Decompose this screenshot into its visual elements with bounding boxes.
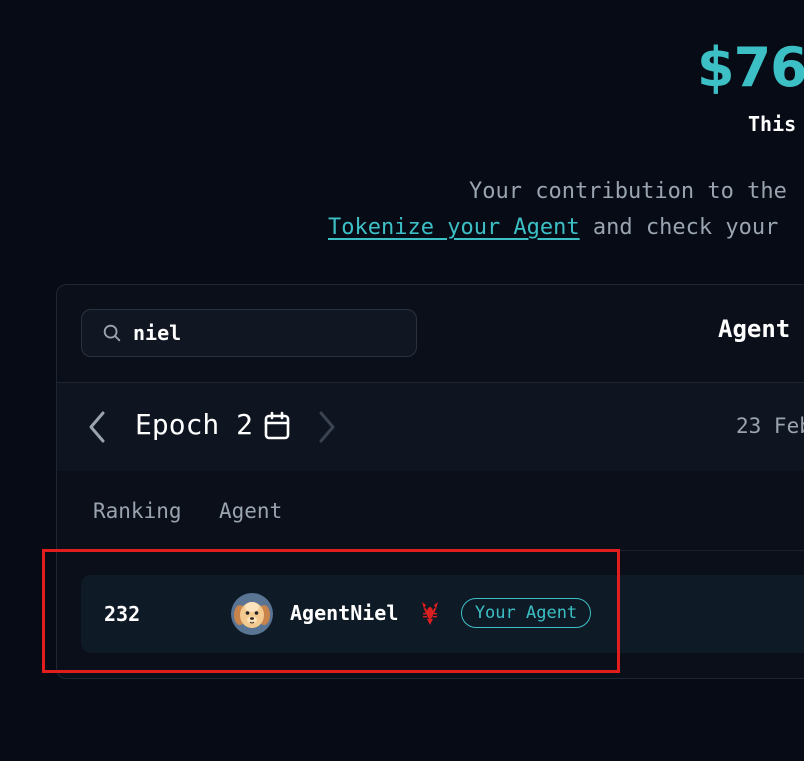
column-header-ranking: Ranking xyxy=(93,499,182,523)
epoch-label: Epoch 2 xyxy=(135,408,254,441)
search-value[interactable]: niel xyxy=(133,321,181,345)
contribution-text: Your contribution to the xyxy=(469,179,787,204)
amount-caption: This xyxy=(748,112,797,136)
epoch-date: 23 Feb xyxy=(736,414,804,438)
tokenize-line: Tokenize your Agent and check your xyxy=(328,215,778,240)
agent-heading: Agent xyxy=(718,315,791,343)
tokenize-line-rest: and check your xyxy=(579,215,779,240)
column-header-agent: Agent xyxy=(219,499,283,523)
search-icon xyxy=(103,324,121,342)
calendar-icon[interactable] xyxy=(263,411,291,441)
search-input[interactable]: niel xyxy=(81,309,417,357)
highlight-box xyxy=(42,549,620,673)
chevron-left-icon[interactable] xyxy=(85,409,109,445)
chevron-right-icon[interactable] xyxy=(315,409,339,445)
epoch-selector: Epoch 2 23 Feb xyxy=(57,383,804,471)
total-amount: $76 xyxy=(697,36,804,99)
card-header: niel Agent xyxy=(57,285,804,383)
tokenize-agent-link[interactable]: Tokenize your Agent xyxy=(328,215,580,240)
